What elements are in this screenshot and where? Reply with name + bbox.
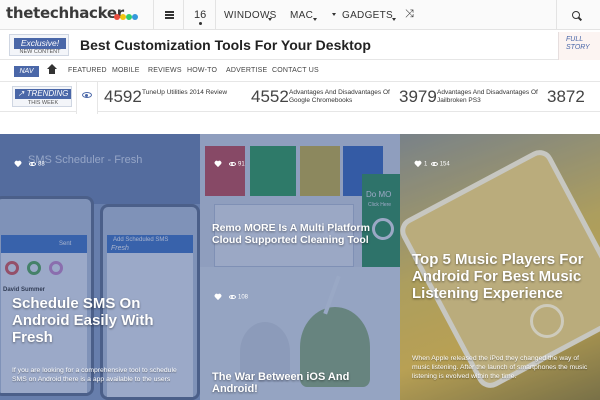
trending-item[interactable]: 3872 bbox=[547, 82, 600, 112]
tile-meta: 88 bbox=[14, 161, 45, 168]
menu-button[interactable] bbox=[153, 0, 183, 30]
trending-views[interactable] bbox=[76, 82, 98, 114]
full-story-label-2: STORY bbox=[566, 44, 590, 51]
exclusive-strip: Exclusive! NEW CONTENT Best Customizatio… bbox=[0, 30, 600, 60]
count-value: 16 bbox=[194, 9, 207, 21]
exclusive-badge: Exclusive! NEW CONTENT bbox=[9, 34, 69, 56]
nav-mac-label: MAC bbox=[290, 10, 314, 21]
caret-down-icon bbox=[392, 18, 396, 21]
tile-views: 88 bbox=[38, 161, 45, 168]
eye-icon bbox=[229, 294, 236, 300]
heart-icon[interactable] bbox=[214, 161, 221, 167]
caret-down-icon bbox=[313, 18, 317, 21]
notification-count[interactable]: 16 bbox=[183, 0, 215, 30]
tile-likes: 1 bbox=[424, 161, 428, 168]
trending-title: Advantages And Disadvantages Of Jailbrok… bbox=[437, 89, 538, 104]
nav-item-advertise[interactable]: ADVERTISE bbox=[226, 67, 267, 74]
tile-meta: 1 154 bbox=[414, 161, 450, 168]
nav-item-contact-us[interactable]: CONTACT US bbox=[272, 67, 319, 74]
trending-count: 4592 bbox=[104, 87, 142, 106]
eye-icon bbox=[229, 161, 236, 167]
trending-badge: ↗ TRENDING THIS WEEK bbox=[12, 86, 72, 107]
heart-icon[interactable] bbox=[14, 161, 21, 167]
nav-windows[interactable]: WINDOWS bbox=[215, 0, 277, 30]
main-nav: NAV FEATURED MOBILE REVIEWS HOW-TO ADVER… bbox=[0, 60, 600, 82]
tile-meta: 108 bbox=[214, 294, 248, 301]
tile-title[interactable]: Top 5 Music Players For Android For Best… bbox=[412, 251, 597, 302]
site-logo[interactable]: thetechhacker bbox=[6, 4, 124, 22]
home-icon[interactable] bbox=[47, 64, 57, 74]
trending-count: 3979 bbox=[399, 87, 437, 106]
trending-sub: THIS WEEK bbox=[27, 100, 59, 106]
full-story-button[interactable]: FULL STORY bbox=[558, 32, 600, 60]
eye-icon bbox=[29, 161, 36, 167]
exclusive-title[interactable]: Best Customization Tools For Your Deskto… bbox=[80, 37, 371, 53]
tile-music-players[interactable]: 1 154 Top 5 Music Players For Android Fo… bbox=[400, 134, 600, 400]
nav-tag: NAV bbox=[14, 66, 39, 77]
eye-icon bbox=[430, 161, 438, 167]
trending-tag: ↗ TRENDING bbox=[15, 89, 71, 99]
tile-title[interactable]: Remo MORE Is A Multi Platform Cloud Supp… bbox=[212, 222, 382, 247]
heart-icon[interactable] bbox=[414, 161, 421, 167]
featured-tiles: SMS Scheduler - Fresh Sent David Summer … bbox=[0, 134, 600, 400]
tile-views: 154 bbox=[439, 161, 450, 168]
shuffle-icon[interactable]: ⤨ bbox=[405, 8, 414, 21]
tile-remo-more[interactable]: Do MO Click Here 91 Remo MORE Is A Multi… bbox=[200, 134, 400, 267]
exclusive-sub: NEW CONTENT bbox=[19, 49, 61, 55]
full-story-label: FULL bbox=[566, 36, 584, 43]
tile-sms-scheduler[interactable]: SMS Scheduler - Fresh Sent David Summer … bbox=[0, 134, 200, 400]
nav-item-how-to[interactable]: HOW-TO bbox=[187, 67, 217, 74]
nav-gadgets-label: GADGETS bbox=[342, 10, 393, 21]
trending-item[interactable]: 4592 TuneUp Utilities 2014 Review bbox=[104, 82, 244, 112]
trending-count: 4552 bbox=[251, 87, 289, 106]
tile-views: 108 bbox=[238, 294, 249, 301]
tile-title[interactable]: The War Between iOS And Android! bbox=[212, 371, 382, 396]
caret-down-icon bbox=[332, 13, 336, 16]
nav-mac[interactable]: MAC bbox=[282, 0, 322, 30]
logo-color-dots bbox=[114, 14, 144, 20]
nav-item-reviews[interactable]: REVIEWS bbox=[148, 67, 182, 74]
hamburger-icon bbox=[165, 11, 174, 19]
search-icon bbox=[572, 11, 580, 19]
eye-icon bbox=[82, 92, 92, 98]
tile-overlay bbox=[0, 134, 200, 400]
trending-item[interactable]: 3979 Advantages And Disadvantages Of Jai… bbox=[399, 82, 539, 112]
search-button[interactable] bbox=[556, 0, 600, 30]
exclusive-tag: Exclusive! bbox=[14, 38, 66, 49]
heart-icon[interactable] bbox=[214, 294, 221, 300]
trending-title: Advantages And Disadvantages Of Google C… bbox=[289, 89, 390, 104]
tile-excerpt: If you are looking for a comprehensive t… bbox=[12, 367, 177, 384]
nav-item-featured[interactable]: FEATURED bbox=[68, 67, 107, 74]
tile-title[interactable]: Schedule SMS On Android Easily With Fres… bbox=[12, 295, 197, 346]
tile-overlay bbox=[200, 134, 400, 267]
nav-gadgets[interactable]: GADGETS bbox=[322, 0, 397, 30]
tile-views: 91 bbox=[238, 161, 245, 168]
trending-item[interactable]: 4552 Advantages And Disadvantages Of Goo… bbox=[251, 82, 391, 112]
tile-excerpt: When Apple released the iPod they change… bbox=[412, 355, 588, 381]
dropdown-dot-icon bbox=[199, 22, 202, 25]
top-bar: thetechhacker 16 WINDOWS MAC GADGETS ⤨ bbox=[0, 0, 600, 30]
trending-count: 3872 bbox=[547, 87, 585, 106]
trending-tag-label: TRENDING bbox=[26, 89, 69, 98]
caret-down-icon bbox=[268, 18, 272, 21]
trending-title: TuneUp Utilities 2014 Review bbox=[142, 89, 228, 96]
tile-meta: 91 bbox=[214, 161, 245, 168]
tile-ios-vs-android[interactable]: 108 The War Between iOS And Android! bbox=[200, 267, 400, 400]
nav-item-mobile[interactable]: MOBILE bbox=[112, 67, 140, 74]
